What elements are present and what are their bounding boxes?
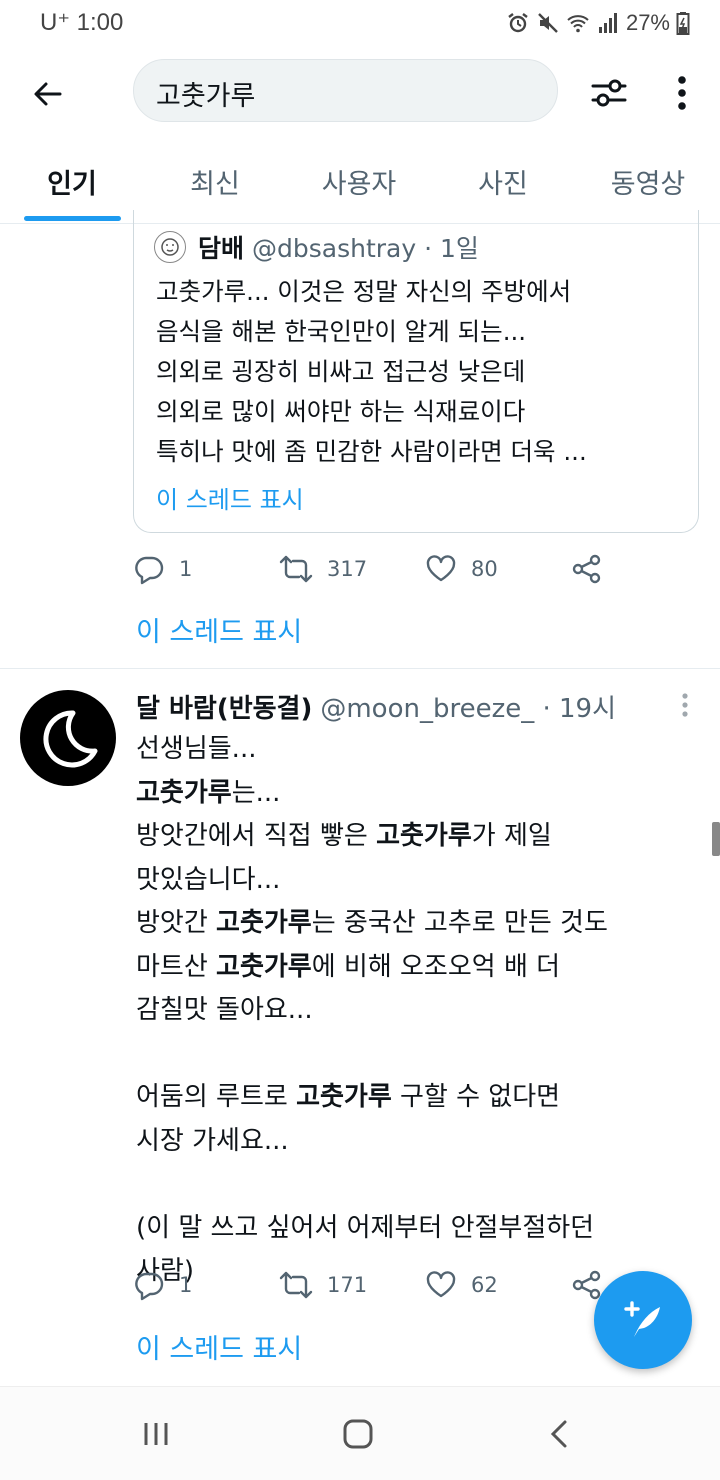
like-count: 80 bbox=[471, 557, 498, 581]
alarm-icon bbox=[508, 13, 528, 33]
tweet-actions: 1 317 80 bbox=[133, 547, 613, 591]
search-input[interactable]: 고춧가루 bbox=[133, 59, 558, 122]
text-line: 의외로 많이 써야만 하는 식재료이다 bbox=[156, 397, 526, 426]
retweet-icon bbox=[279, 1271, 313, 1299]
like-count: 62 bbox=[471, 1273, 498, 1297]
show-thread-link[interactable]: 이 스레드 표시 bbox=[136, 1327, 302, 1366]
text-line: 마트산 고춧가루에 비해 오조오억 배 더 bbox=[136, 951, 561, 982]
share-icon bbox=[572, 1270, 601, 1300]
quoted-author-name[interactable]: 담배 bbox=[198, 229, 244, 265]
tweet-more-button[interactable] bbox=[672, 690, 698, 720]
battery-percent: 27% bbox=[625, 10, 670, 35]
author-name[interactable]: 달 바람(반동결) bbox=[136, 688, 312, 725]
battery-icon bbox=[676, 12, 690, 35]
tab-popular[interactable]: 인기 bbox=[17, 162, 127, 201]
quoted-tweet-header: 담배 @dbsashtray · 1일 bbox=[154, 230, 479, 264]
system-nav-bar bbox=[0, 1386, 720, 1480]
recents-icon bbox=[144, 1423, 168, 1445]
home-button[interactable] bbox=[328, 1409, 388, 1459]
reply-button[interactable]: 1 bbox=[133, 1263, 192, 1307]
carrier-time: U⁺ 1:00 bbox=[40, 9, 124, 36]
system-back-button[interactable] bbox=[530, 1409, 590, 1459]
status-bar: U⁺ 1:00 27% bbox=[0, 0, 720, 48]
moon-icon bbox=[43, 710, 98, 768]
share-button[interactable] bbox=[571, 547, 603, 591]
retweet-icon bbox=[279, 555, 313, 583]
avatar[interactable] bbox=[154, 231, 186, 263]
text-line: 음식을 해본 한국인만이 알게 되는... bbox=[156, 317, 527, 346]
text-line bbox=[136, 1163, 696, 1207]
search-header: 고춧가루 bbox=[0, 48, 720, 140]
text-line: (이 말 쓰고 싶어서 어제부터 안절부절하던 bbox=[136, 1212, 595, 1243]
active-tab-indicator bbox=[24, 216, 121, 221]
tab-people[interactable]: 사용자 bbox=[304, 162, 414, 201]
retweet-button[interactable]: 171 bbox=[279, 1263, 367, 1307]
tab-photos[interactable]: 사진 bbox=[448, 162, 558, 201]
avatar[interactable] bbox=[20, 690, 116, 786]
compose-icon bbox=[624, 1301, 660, 1337]
status-icons: 27% bbox=[506, 8, 690, 38]
text-line: 어둠의 루트로 고춧가루 구할 수 없다면 bbox=[136, 1082, 561, 1112]
retweet-button[interactable]: 317 bbox=[279, 547, 367, 591]
quoted-author-handle: @dbsashtray · 1일 bbox=[252, 234, 479, 263]
retweet-count: 317 bbox=[327, 557, 368, 581]
like-button[interactable]: 62 bbox=[425, 1263, 498, 1307]
author-handle: @moon_breeze_ · 19시 bbox=[320, 693, 617, 724]
tab-latest[interactable]: 최신 bbox=[160, 162, 270, 201]
share-icon bbox=[572, 554, 601, 584]
retweet-count: 171 bbox=[327, 1273, 368, 1297]
text-line: 의외로 굉장히 비싸고 접근성 낮은데 bbox=[156, 357, 526, 386]
text-line: 시장 가세요... bbox=[136, 1125, 289, 1156]
signal-icon bbox=[598, 13, 617, 33]
tweet-text: 선생님들... 고춧가루는... 방앗간에서 직접 빻은 고춧가루가 제일 맛있… bbox=[136, 728, 696, 1294]
reply-count: 1 bbox=[179, 1273, 193, 1297]
quoted-show-thread-link[interactable]: 이 스레드 표시 bbox=[156, 480, 304, 515]
text-line: 특히나 맛에 좀 민감한 사람이라면 더욱 ... bbox=[156, 437, 587, 466]
text-line: 선생님들... bbox=[136, 734, 257, 764]
show-thread-link[interactable]: 이 스레드 표시 bbox=[136, 610, 302, 649]
reply-icon bbox=[135, 1272, 164, 1301]
wifi-icon bbox=[567, 15, 589, 33]
like-icon bbox=[426, 1271, 456, 1298]
tab-videos[interactable]: 동영상 bbox=[593, 162, 703, 201]
text-line: 고춧가루는... bbox=[136, 777, 281, 808]
reply-count: 1 bbox=[179, 557, 193, 581]
like-icon bbox=[426, 555, 456, 582]
avatar-sketch-icon bbox=[161, 238, 179, 256]
text-line: 방앗간 고춧가루는 중국산 고추로 만든 것도 bbox=[136, 908, 608, 938]
more-vertical-icon bbox=[682, 693, 688, 717]
like-button[interactable]: 80 bbox=[425, 547, 498, 591]
search-query: 고춧가루 bbox=[156, 81, 256, 112]
back-button[interactable] bbox=[22, 68, 74, 120]
mute-icon bbox=[538, 13, 558, 33]
reply-icon bbox=[135, 556, 164, 585]
more-vertical-icon bbox=[678, 76, 686, 110]
text-line: 방앗간에서 직접 빻은 고춧가루가 제일 bbox=[136, 821, 552, 851]
text-line: 고춧가루... 이것은 정말 자신의 주방에서 bbox=[156, 277, 572, 306]
chevron-left-icon bbox=[550, 1420, 567, 1448]
text-line: 감칠맛 돌아요... bbox=[136, 995, 313, 1025]
quoted-tweet-text: 고춧가루... 이것은 정말 자신의 주방에서 음식을 해본 한국인만이 알게 … bbox=[156, 272, 686, 472]
filter-sliders-icon bbox=[591, 79, 627, 107]
tweet-header: 달 바람(반동결) @moon_breeze_ · 19시 bbox=[136, 688, 616, 724]
home-icon bbox=[343, 1419, 373, 1449]
recents-button[interactable] bbox=[126, 1409, 186, 1459]
compose-tweet-button[interactable] bbox=[594, 1271, 692, 1369]
more-options-button[interactable] bbox=[660, 66, 704, 120]
scrollbar-thumb[interactable] bbox=[712, 822, 720, 856]
quoted-tweet-card[interactable]: 담배 @dbsashtray · 1일 고춧가루... 이것은 정말 자신의 주… bbox=[133, 210, 699, 533]
tweet-actions: 1 171 62 bbox=[133, 1263, 613, 1307]
text-line bbox=[136, 1033, 696, 1077]
back-arrow-icon bbox=[34, 82, 62, 106]
search-filter-button[interactable] bbox=[582, 66, 636, 120]
tweet-divider bbox=[0, 668, 720, 669]
reply-button[interactable]: 1 bbox=[133, 547, 192, 591]
text-line: 맛있습니다... bbox=[136, 864, 281, 895]
